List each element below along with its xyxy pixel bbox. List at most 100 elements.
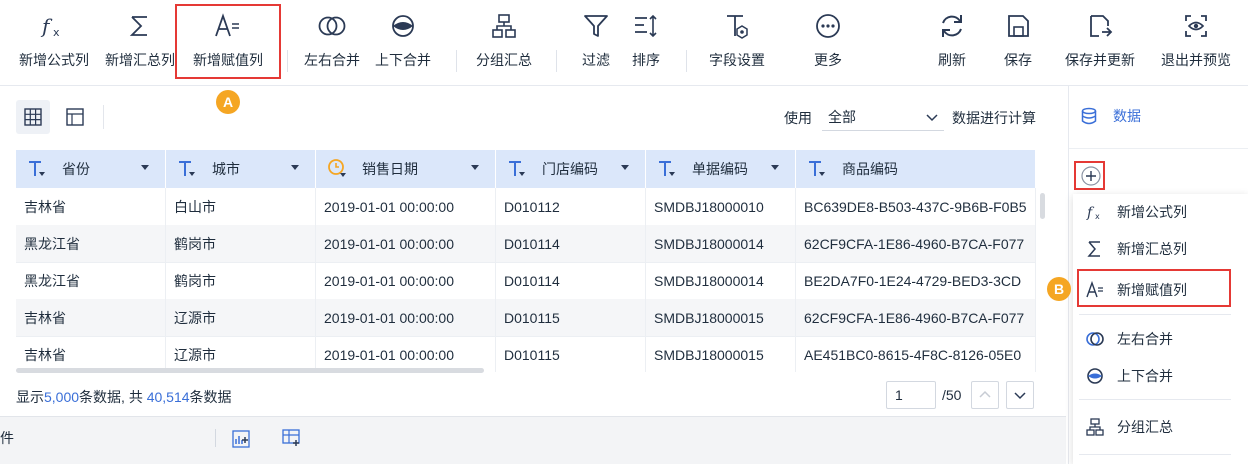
column-header-store-code[interactable]: 门店编码: [496, 150, 646, 188]
merge-ud-icon: [389, 0, 417, 40]
add-table-button[interactable]: [281, 428, 301, 448]
save-icon: [1004, 0, 1032, 40]
group-summary-button[interactable]: 分组汇总: [468, 0, 540, 86]
prev-page-button[interactable]: [971, 381, 999, 409]
grid-view-toggle[interactable]: [16, 100, 50, 134]
menu-item-add-formula-column[interactable]: fx 新增公式列: [1073, 194, 1248, 230]
toolbar-label: 过滤: [582, 52, 610, 68]
add-summary-column-button[interactable]: 新增汇总列: [100, 0, 180, 86]
table-cell[interactable]: SMDBJ18000010: [646, 188, 796, 225]
sort-button[interactable]: 排序: [624, 0, 668, 86]
menu-divider: [1079, 314, 1231, 315]
layout-view-toggle[interactable]: [58, 100, 92, 134]
save-button[interactable]: 保存: [996, 0, 1040, 86]
column-header-receipt-code[interactable]: 单据编码: [646, 150, 796, 188]
panel-divider: [1069, 148, 1248, 149]
menu-item-merge-up-down[interactable]: 上下合并: [1073, 358, 1248, 394]
data-scope-select[interactable]: 全部: [822, 103, 944, 131]
row-count-info: 显示5,000条数据, 共 40,514条数据: [16, 387, 232, 407]
text-type-icon: [176, 157, 200, 181]
more-button[interactable]: 更多: [806, 0, 850, 86]
merge-left-right-button[interactable]: 左右合并: [298, 0, 366, 86]
highlight-box-b: [1077, 269, 1231, 307]
next-page-button[interactable]: [1006, 381, 1034, 409]
table-cell[interactable]: 辽源市: [166, 336, 316, 372]
caret-down-icon[interactable]: [621, 165, 629, 170]
table-cell[interactable]: 2019-01-01 00:00:00: [316, 262, 496, 299]
menu-item-label: 上下合并: [1117, 368, 1173, 384]
date-type-icon: [326, 157, 350, 181]
table-cell[interactable]: 白山市: [166, 188, 316, 225]
table-cell[interactable]: 鹤岗市: [166, 225, 316, 262]
caret-down-icon[interactable]: [291, 165, 299, 170]
chevron-down-icon: [1014, 392, 1026, 400]
vertical-scrollbar[interactable]: [1040, 193, 1045, 219]
chevron-down-icon: [926, 114, 938, 122]
table-cell[interactable]: SMDBJ18000014: [646, 225, 796, 262]
table-cell[interactable]: 吉林省: [16, 188, 166, 225]
menu-item-group-summary[interactable]: 分组汇总: [1073, 409, 1248, 445]
column-name: 商品编码: [842, 161, 898, 177]
table-cell[interactable]: D010112: [496, 188, 646, 225]
field-settings-button[interactable]: 字段设置: [702, 0, 772, 86]
toolbar-divider: [287, 50, 288, 72]
merge-lr-icon: [317, 0, 347, 40]
table-cell[interactable]: D010114: [496, 262, 646, 299]
table-cell[interactable]: 吉林省: [16, 299, 166, 336]
horizontal-scrollbar[interactable]: [16, 368, 484, 373]
table-cell[interactable]: SMDBJ18000015: [646, 299, 796, 336]
table-cell[interactable]: AE451BC0-8615-4F8C-8126-05E0: [796, 336, 1036, 372]
table-cell[interactable]: D010115: [496, 336, 646, 372]
toolbar-label: 保存并更新: [1065, 52, 1135, 68]
text-type-icon: [806, 157, 830, 181]
page-number-input[interactable]: [886, 381, 936, 409]
save-and-update-button[interactable]: 保存并更新: [1058, 0, 1142, 86]
add-chart-button[interactable]: [231, 429, 251, 449]
table-cell[interactable]: 2019-01-01 00:00:00: [316, 188, 496, 225]
table-cell[interactable]: 吉林省: [16, 336, 166, 372]
add-table-icon: [282, 429, 300, 446]
table-cell[interactable]: D010115: [496, 299, 646, 336]
caret-down-icon[interactable]: [471, 165, 479, 170]
caret-down-icon[interactable]: [141, 165, 149, 170]
exit-and-preview-button[interactable]: 退出并预览: [1154, 0, 1238, 86]
merge-lr-icon: [1085, 329, 1105, 349]
filter-button[interactable]: 过滤: [574, 0, 618, 86]
table-cell[interactable]: 黑龙江省: [16, 262, 166, 299]
table-cell[interactable]: D010114: [496, 225, 646, 262]
menu-item-merge-left-right[interactable]: 左右合并: [1073, 321, 1248, 357]
table-header-row: 省份 城市 销售日期 门店编码 单据编码 商品编码: [16, 150, 1036, 188]
merge-up-down-button[interactable]: 上下合并: [370, 0, 436, 86]
refresh-button[interactable]: 刷新: [930, 0, 974, 86]
caret-down-icon[interactable]: [771, 165, 779, 170]
menu-divider: [1079, 399, 1231, 400]
menu-item-add-summary-column[interactable]: 新增汇总列: [1073, 231, 1248, 267]
toolbar-label: 新增汇总列: [105, 52, 175, 68]
table-cell[interactable]: 2019-01-01 00:00:00: [316, 225, 496, 262]
table-cell[interactable]: 鹤岗市: [166, 262, 316, 299]
svg-text:f: f: [1086, 205, 1095, 221]
menu-item-label: 新增公式列: [1117, 204, 1187, 220]
column-header-city[interactable]: 城市: [166, 150, 316, 188]
database-icon: [1081, 107, 1097, 125]
table-cell[interactable]: 辽源市: [166, 299, 316, 336]
column-name: 门店编码: [542, 161, 598, 177]
table-cell[interactable]: BE2DA7F0-1E24-4729-BED3-3CD: [796, 262, 1036, 299]
add-formula-column-button[interactable]: fx 新增公式列: [14, 0, 94, 86]
more-icon: [814, 0, 842, 40]
data-node[interactable]: 数据: [1081, 106, 1141, 126]
column-header-province[interactable]: 省份: [16, 150, 166, 188]
table-cell[interactable]: 2019-01-01 00:00:00: [316, 299, 496, 336]
column-header-product-code[interactable]: 商品编码: [796, 150, 1036, 188]
table-row: 吉林省 辽源市 2019-01-01 00:00:00 D010115 SMDB…: [16, 299, 1036, 337]
table-cell[interactable]: 2019-01-01 00:00:00: [316, 336, 496, 372]
table-cell[interactable]: SMDBJ18000014: [646, 262, 796, 299]
data-table: 省份 城市 销售日期 门店编码 单据编码 商品编码 吉林省 白山市 2019-0…: [16, 150, 1036, 372]
table-cell[interactable]: 黑龙江省: [16, 225, 166, 262]
table-cell[interactable]: SMDBJ18000015: [646, 336, 796, 372]
table-cell[interactable]: 62CF9CFA-1E86-4960-B7CA-F077: [796, 299, 1036, 336]
table-cell[interactable]: 62CF9CFA-1E86-4960-B7CA-F077: [796, 225, 1036, 262]
column-header-sales-date[interactable]: 销售日期: [316, 150, 496, 188]
sort-icon: [632, 0, 660, 40]
table-cell[interactable]: BC639DE8-B503-437C-9B6B-F0B5: [796, 188, 1036, 225]
